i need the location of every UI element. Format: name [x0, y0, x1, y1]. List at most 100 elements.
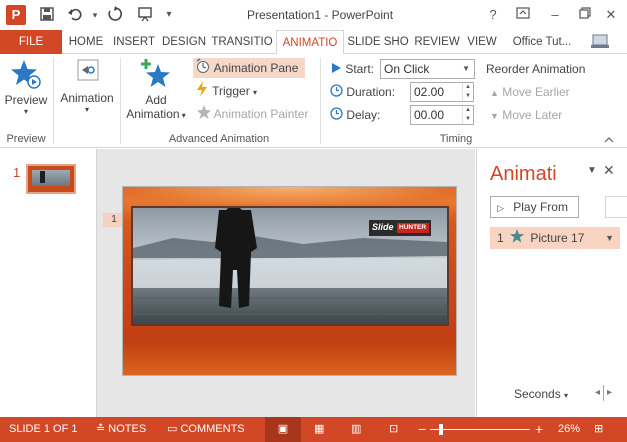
reorder-animation-label: Reorder Animation: [486, 62, 586, 76]
group-divider: [320, 58, 321, 144]
pane-options-dropdown-icon[interactable]: ▼: [587, 165, 597, 176]
animation-pane-label: Animation Pane: [213, 61, 299, 76]
slide-sorter-button[interactable]: ▦: [314, 417, 324, 442]
animation-pane-title: Animati: [490, 163, 557, 185]
preview-dropdown-icon: ▾: [23, 107, 28, 116]
picture-17[interactable]: Slide HUNTER: [131, 206, 449, 326]
animation-pane-button[interactable]: Animation Pane: [193, 58, 305, 78]
tab-home[interactable]: HOME: [64, 30, 108, 54]
logo-text-slide: Slide: [372, 222, 394, 232]
reading-view-button[interactable]: ▥: [351, 417, 361, 442]
animation-list-item[interactable]: 1 Picture 17 ▼: [490, 227, 620, 249]
tab-animations[interactable]: ANIMATIO: [276, 30, 344, 55]
tab-file[interactable]: FILE: [0, 30, 62, 54]
animation-painter-button[interactable]: Animation Painter: [195, 104, 315, 124]
ribbon-display-options-icon[interactable]: [512, 5, 534, 25]
duration-spinner[interactable]: ▲ ▼: [462, 83, 473, 101]
play-icon: [330, 60, 342, 80]
add-animation-label-1: Add: [145, 93, 167, 107]
delay-input[interactable]: 00.00 ▲ ▼: [410, 105, 474, 125]
play-from-button[interactable]: ▷ Play From: [490, 196, 579, 218]
restore-icon[interactable]: [574, 5, 596, 25]
slide[interactable]: Slide HUNTER: [122, 186, 458, 376]
add-animation-star-icon: [141, 59, 170, 87]
start-value: On Click: [384, 62, 430, 76]
normal-view-button[interactable]: ▣: [265, 417, 301, 442]
duration-label: Duration:: [330, 82, 395, 102]
zoom-slider-track[interactable]: [430, 429, 530, 430]
close-pane-icon[interactable]: ✕: [603, 162, 615, 179]
duration-input[interactable]: 02.00 ▲ ▼: [410, 82, 474, 102]
tab-insert[interactable]: INSERT: [110, 30, 158, 54]
timing-group: Start: On Click ▼ Duration: 02.00 ▲ ▼ Del…: [322, 54, 624, 148]
animation-item-label: Picture 17: [530, 231, 585, 245]
ribbon: Preview ▾ Preview Animation ▾ Add Animat…: [0, 54, 627, 148]
animation-label: Animation: [60, 91, 114, 105]
animation-pane-icon: [195, 58, 211, 80]
add-animation-button[interactable]: Add Animation ▾: [123, 58, 189, 121]
timeline-scroll-right-icon[interactable]: ▸: [607, 387, 612, 398]
comments-button[interactable]: ▭ COMMENTS: [167, 417, 245, 442]
fit-slide-button[interactable]: ⊞: [594, 417, 603, 442]
advanced-animation-group-label: Advanced Animation: [168, 133, 270, 145]
animation-effect-icon: [77, 59, 99, 81]
animation-styles-button[interactable]: Animation ▾: [56, 58, 118, 114]
timeline-divider: [603, 385, 604, 401]
seconds-label: Seconds: [514, 387, 561, 401]
start-dropdown[interactable]: On Click ▼: [380, 59, 475, 79]
preview-star-icon: [11, 60, 41, 89]
minimize-icon[interactable]: –: [544, 5, 566, 25]
start-label: Start:: [330, 59, 374, 79]
delay-spinner[interactable]: ▲ ▼: [462, 106, 473, 124]
move-earlier-button[interactable]: ▲ Move Earlier: [490, 82, 570, 102]
animation-item-dropdown-icon[interactable]: ▼: [605, 227, 614, 249]
slide-thumbnail[interactable]: [26, 164, 76, 194]
slideshow-from-start-icon[interactable]: [136, 6, 154, 24]
help-icon[interactable]: ?: [482, 5, 504, 25]
zoom-slider-thumb[interactable]: [439, 424, 443, 435]
comment-icon: ▭: [167, 423, 178, 435]
add-animation-label-2: Animation: [126, 107, 180, 121]
tab-transitions[interactable]: TRANSITIO: [210, 30, 274, 54]
slide-count: SLIDE 1 OF 1: [9, 423, 78, 435]
timing-group-label: Timing: [439, 133, 473, 145]
delay-value: 00.00: [414, 108, 445, 122]
tab-account[interactable]: Office Tut...: [506, 30, 578, 54]
close-icon[interactable]: ✕: [600, 5, 622, 25]
customize-quick-access-icon[interactable]: ▾: [160, 6, 178, 24]
move-later-button[interactable]: ▼ Move Later: [490, 105, 562, 125]
star-effect-icon: [510, 228, 525, 250]
tab-slide-show[interactable]: SLIDE SHO: [346, 30, 410, 54]
user-avatar-icon[interactable]: [590, 32, 612, 55]
undo-icon[interactable]: [66, 6, 84, 24]
pane-scroll-stub: [605, 196, 627, 218]
title-bar: P ▾ ▾ Presentation1 - PowerPoint ? – ✕: [0, 0, 627, 30]
notes-icon: ≛: [96, 423, 106, 435]
zoom-level[interactable]: 26%: [558, 417, 580, 442]
animation-painter-icon: [195, 104, 211, 126]
notes-button[interactable]: ≛ NOTES: [96, 417, 146, 442]
tab-view[interactable]: VIEW: [464, 30, 500, 54]
preview-label: Preview: [4, 93, 48, 107]
preview-button[interactable]: Preview ▾: [2, 58, 50, 116]
window-title: Presentation1 - PowerPoint: [246, 8, 394, 22]
clock-icon: [330, 106, 343, 126]
zoom-in-button[interactable]: +: [535, 417, 543, 442]
trigger-button[interactable]: Trigger ▾: [195, 81, 275, 101]
timeline-scroll-left-icon[interactable]: ◂: [595, 387, 600, 398]
redo-icon[interactable]: [106, 6, 124, 24]
undo-dropdown-icon[interactable]: ▾: [86, 6, 104, 24]
normal-view-icon: ▣: [277, 423, 289, 435]
tab-design[interactable]: DESIGN: [160, 30, 208, 54]
collapse-ribbon-icon[interactable]: [604, 134, 614, 144]
preview-group: Preview ▾ Preview: [0, 54, 52, 148]
save-icon[interactable]: [38, 6, 56, 24]
logo-text-hunter: HUNTER: [399, 224, 427, 231]
zoom-out-button[interactable]: −: [418, 417, 426, 442]
tab-review[interactable]: REVIEW: [412, 30, 462, 54]
play-from-label: Play From: [513, 200, 568, 214]
animation-painter-label: Animation Painter: [213, 107, 309, 122]
slide-sorter-icon: ▦: [314, 423, 325, 435]
seconds-dropdown[interactable]: Seconds ▾: [514, 387, 568, 401]
slide-show-button[interactable]: ⊡: [389, 417, 398, 442]
